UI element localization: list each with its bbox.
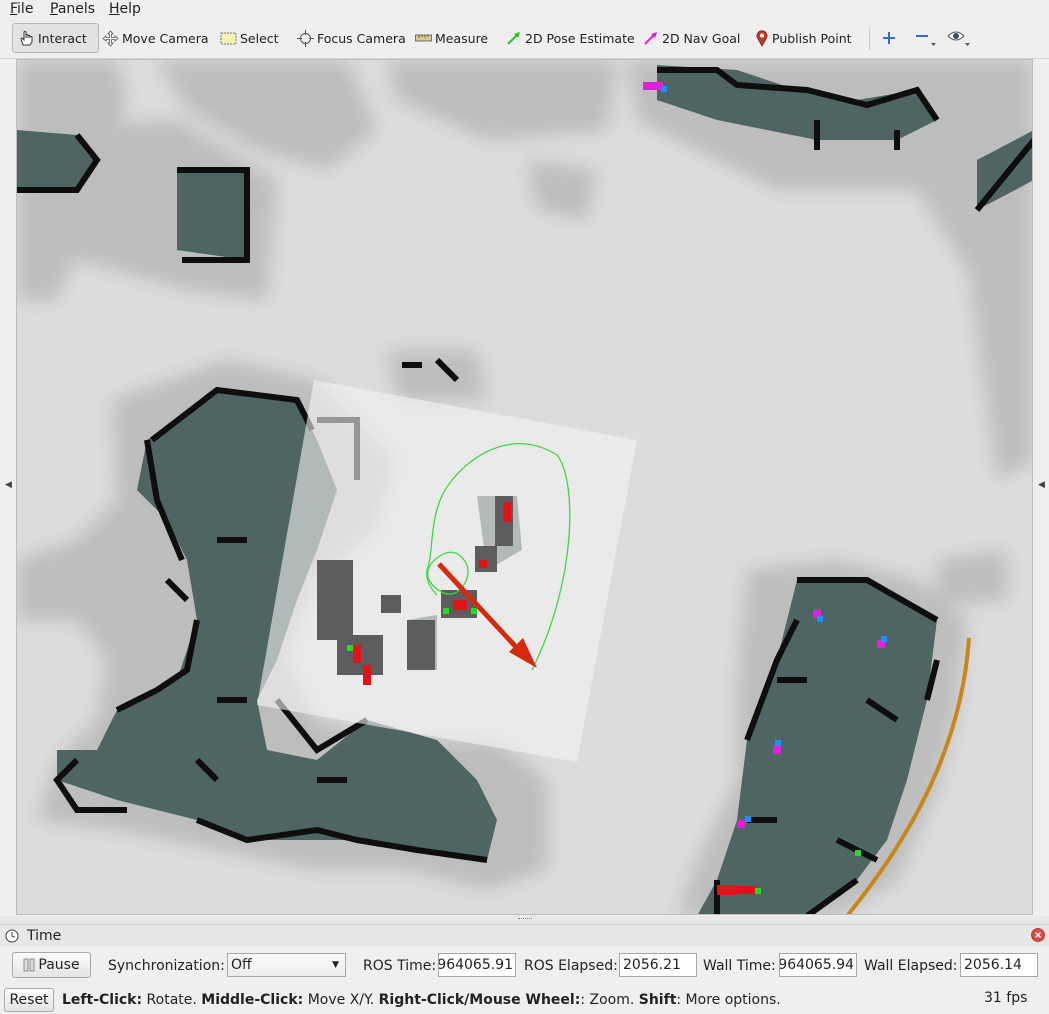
status-hint: Left-Click: Rotate. Middle-Click: Move X… — [62, 991, 781, 1009]
pose-estimate-label: 2D Pose Estimate — [525, 30, 635, 46]
chevron-down-icon: ▼ — [332, 960, 339, 970]
ros-elapsed-label: ROS Elapsed: — [524, 958, 618, 974]
focus-camera-icon — [297, 29, 314, 47]
toolbar: Interact Move Camera Select Focus Camera… — [0, 19, 1049, 59]
move-camera-label: Move Camera — [122, 30, 209, 46]
menu-help[interactable]: Help — [109, 0, 141, 18]
interact-tool-button[interactable]: Interact — [12, 23, 99, 53]
wall-elapsed-value: 2056.14 — [964, 957, 1022, 973]
sync-select[interactable]: Off ▼ — [227, 953, 346, 977]
nav-goal-label: 2D Nav Goal — [662, 30, 741, 46]
measure-label: Measure — [435, 30, 489, 46]
ros-elapsed-field[interactable]: 2056.21 — [619, 953, 697, 977]
publish-point-label: Publish Point — [772, 30, 852, 46]
right-dock-toggle-icon[interactable]: ◀ — [1038, 480, 1045, 490]
add-tool-button[interactable] — [882, 23, 899, 53]
costmap-render — [17, 60, 1032, 914]
ros-time-field[interactable]: 964065.91 — [438, 953, 516, 977]
hand-cursor-icon — [20, 31, 33, 46]
time-panel-header: Time — [0, 924, 1049, 947]
focus-camera-label: Focus Camera — [317, 30, 406, 46]
map-pin-icon — [756, 30, 768, 47]
minus-icon — [916, 35, 936, 46]
wall-elapsed-label: Wall Elapsed: — [864, 958, 958, 974]
close-icon[interactable] — [1031, 928, 1045, 942]
focus-camera-tool-button[interactable]: Focus Camera — [297, 23, 406, 53]
panel-visibility-button[interactable] — [947, 23, 974, 53]
select-icon — [220, 32, 237, 44]
green-arrow-icon — [507, 32, 520, 45]
hint-left-click-action: Rotate. — [142, 992, 202, 1008]
hint-left-click: Left-Click: — [62, 992, 143, 1008]
status-bar: Reset Left-Click: Rotate. Middle-Click: … — [0, 986, 1049, 1014]
move-camera-icon — [102, 29, 119, 47]
wall-elapsed-field[interactable]: 2056.14 — [960, 953, 1038, 977]
pose-estimate-tool-button[interactable]: 2D Pose Estimate — [506, 23, 635, 53]
sync-label: Synchronization: — [108, 958, 225, 974]
ros-elapsed-value: 2056.21 — [623, 957, 681, 973]
wall-time-value: 964065.94 — [779, 957, 854, 973]
magenta-arrow-icon — [644, 32, 657, 45]
hint-shift: Shift — [638, 992, 677, 1008]
toolbar-separator — [869, 28, 870, 50]
ros-time-label: ROS Time: — [363, 958, 437, 974]
menu-bar: File Panels Help — [0, 0, 1049, 19]
hint-shift-action: : More options. — [676, 992, 781, 1008]
time-panel-title: Time — [27, 928, 62, 944]
hint-middle-click-action: Move X/Y. — [303, 992, 379, 1008]
pause-button[interactable]: Pause — [12, 952, 91, 978]
ruler-icon — [415, 34, 432, 42]
plus-icon — [883, 32, 895, 44]
splitter-grip-icon — [518, 918, 532, 921]
fps-counter: 31 fps — [984, 990, 1028, 1006]
nav-goal-tool-button[interactable]: 2D Nav Goal — [643, 23, 740, 53]
select-label: Select — [240, 30, 279, 46]
pause-icon — [24, 958, 35, 972]
sync-value: Off — [231, 957, 252, 973]
render-viewport[interactable] — [16, 59, 1033, 915]
wall-time-field[interactable]: 964065.94 — [779, 953, 857, 977]
menu-file[interactable]: File — [10, 0, 33, 18]
reset-button[interactable]: Reset — [4, 988, 54, 1012]
ros-time-value: 964065.91 — [438, 957, 513, 973]
remove-tool-button[interactable] — [915, 23, 940, 53]
interact-label: Interact — [38, 30, 87, 46]
time-panel: Pause Synchronization: Off ▼ ROS Time: 9… — [0, 946, 1049, 986]
clock-icon — [5, 929, 19, 943]
move-camera-tool-button[interactable]: Move Camera — [102, 23, 209, 53]
hint-right-click-action: : Zoom. — [580, 992, 639, 1008]
publish-point-tool-button[interactable]: Publish Point — [755, 23, 852, 53]
reset-label: Reset — [9, 992, 49, 1008]
hint-right-click: Right-Click/Mouse Wheel: — [378, 992, 581, 1008]
panel-splitter[interactable] — [0, 916, 1049, 924]
eye-icon — [947, 31, 970, 46]
menu-panels[interactable]: Panels — [50, 0, 95, 18]
left-dock-toggle-icon[interactable]: ◀ — [5, 480, 12, 490]
measure-tool-button[interactable]: Measure — [415, 23, 488, 53]
select-tool-button[interactable]: Select — [220, 23, 279, 53]
pause-label: Pause — [38, 957, 80, 973]
wall-time-label: Wall Time: — [703, 958, 776, 974]
hint-middle-click: Middle-Click: — [201, 992, 304, 1008]
